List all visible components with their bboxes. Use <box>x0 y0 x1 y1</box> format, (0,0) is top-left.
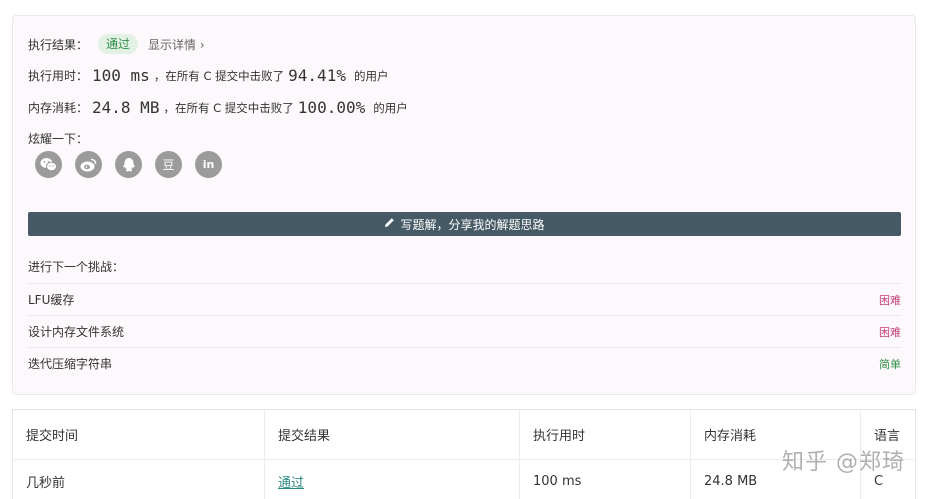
cell-submit-time: 几秒前 <box>13 460 265 499</box>
write-solution-label: 写题解，分享我的解题思路 <box>400 217 545 232</box>
difficulty-badge: 简单 <box>879 357 901 371</box>
result-row: 执行结果： 通过 显示详情 › <box>28 34 205 54</box>
share-icons: 豆 in <box>35 151 222 178</box>
memory-label: 内存消耗： <box>28 101 89 115</box>
header-runtime: 执行用时 <box>520 410 691 459</box>
header-submit-time: 提交时间 <box>13 410 265 459</box>
difficulty-badge: 困难 <box>879 293 901 307</box>
challenge-name: 迭代压缩字符串 <box>28 357 113 371</box>
challenge-item[interactable]: LFU缓存 困难 <box>28 283 901 315</box>
show-details-link[interactable]: 显示详情 › <box>148 36 205 53</box>
memory-value: 24.8 MB <box>92 98 160 117</box>
runtime-value: 100 ms <box>92 66 150 85</box>
status-badge: 通过 <box>98 34 139 54</box>
share-label: 炫耀一下： <box>28 132 89 146</box>
challenge-item[interactable]: 设计内存文件系统 困难 <box>28 315 901 347</box>
runtime-row: 执行用时： 100 ms ，在所有 C 提交中击败了 94.41% 的用户 <box>28 66 388 85</box>
memory-row: 内存消耗： 24.8 MB ，在所有 C 提交中击败了 100.00% 的用户 <box>28 98 408 117</box>
douban-icon[interactable]: 豆 <box>155 151 182 178</box>
submission-result-card: 执行结果： 通过 显示详情 › 执行用时： 100 ms ，在所有 C 提交中击… <box>12 15 916 395</box>
weibo-icon[interactable] <box>75 151 102 178</box>
runtime-middle-text: ，在所有 C 提交中击败了 <box>153 68 285 83</box>
wechat-icon[interactable] <box>35 151 62 178</box>
next-challenge-title: 进行下一个挑战： <box>28 260 125 274</box>
cell-runtime: 100 ms <box>520 460 691 499</box>
runtime-suffix: 的用户 <box>353 68 389 83</box>
runtime-percent: 94.41% <box>288 66 346 85</box>
result-label: 执行结果： <box>28 37 89 52</box>
table-row: 几秒前 通过 100 ms 24.8 MB C <box>13 459 915 499</box>
difficulty-badge: 困难 <box>879 325 901 339</box>
memory-middle-text: ，在所有 C 提交中击败了 <box>163 100 294 115</box>
challenge-item[interactable]: 迭代压缩字符串 简单 <box>28 347 901 379</box>
next-challenge-list: LFU缓存 困难 设计内存文件系统 困难 迭代压缩字符串 简单 <box>28 283 901 379</box>
memory-percent: 100.00% <box>297 98 366 117</box>
header-submit-result: 提交结果 <box>265 410 520 459</box>
table-header: 提交时间 提交结果 执行用时 内存消耗 语言 <box>13 410 915 459</box>
watermark: 知乎 @郑琦 <box>782 450 905 475</box>
pencil-icon <box>384 217 395 231</box>
share-label-row: 炫耀一下： <box>28 130 88 147</box>
challenge-name: 设计内存文件系统 <box>28 325 125 339</box>
qq-icon[interactable] <box>115 151 142 178</box>
runtime-label: 执行用时： <box>28 69 89 83</box>
linkedin-icon[interactable]: in <box>195 151 222 178</box>
submissions-table: 提交时间 提交结果 执行用时 内存消耗 语言 几秒前 通过 100 ms 24.… <box>12 409 916 499</box>
memory-suffix: 的用户 <box>373 100 408 115</box>
challenge-name: LFU缓存 <box>28 293 75 307</box>
submission-result-link[interactable]: 通过 <box>278 472 304 491</box>
write-solution-button[interactable]: 写题解，分享我的解题思路 <box>28 212 901 236</box>
cell-submit-result: 通过 <box>265 460 520 499</box>
